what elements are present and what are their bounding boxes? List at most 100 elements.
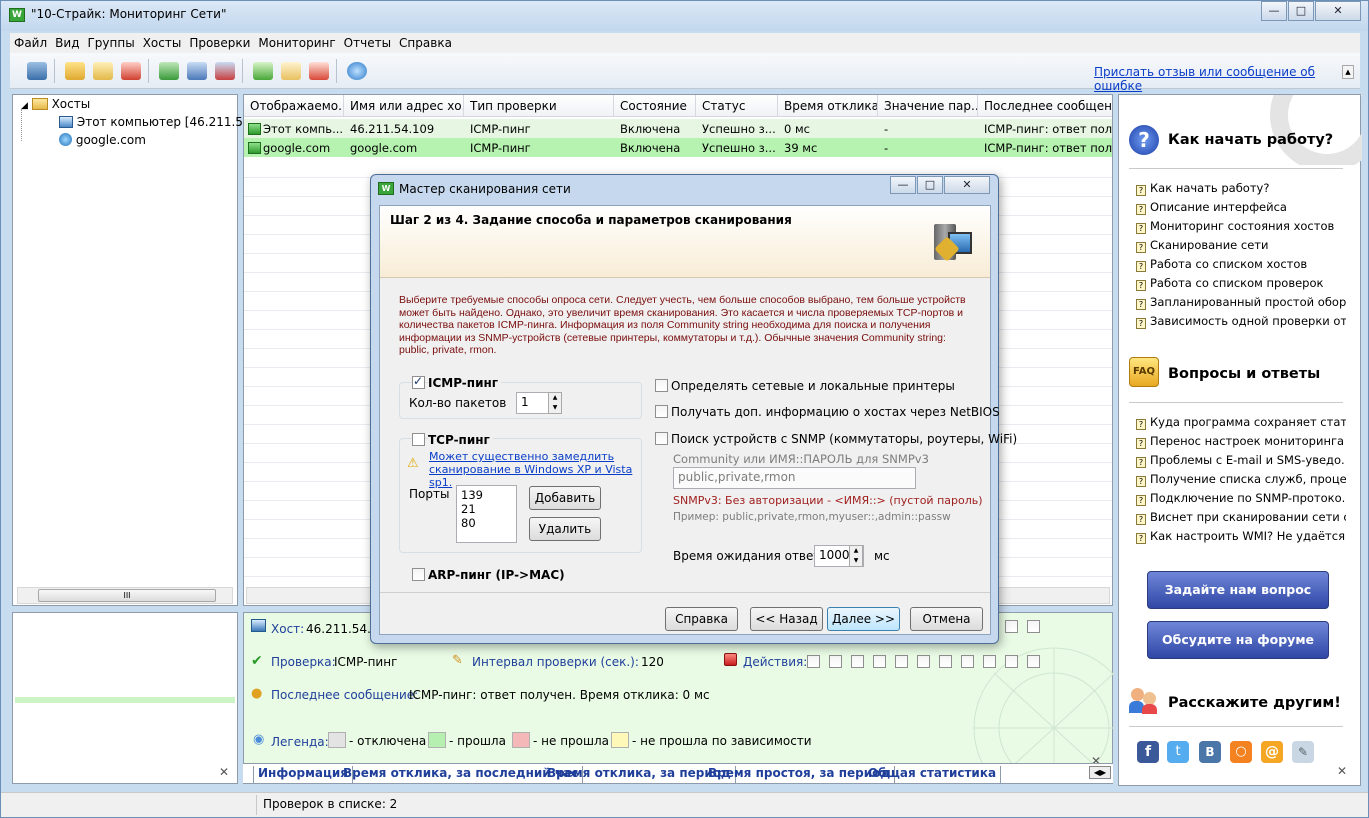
help-button[interactable]: Справка [665, 607, 738, 631]
help-link[interactable]: ? Сканирование сети [1136, 238, 1346, 253]
twitter-icon[interactable]: t [1167, 741, 1189, 763]
scan-network-icon[interactable] [24, 59, 50, 83]
port-item[interactable]: 21 [461, 502, 512, 516]
help-link[interactable]: ? Мониторинг состояния хостов [1136, 219, 1346, 234]
edit-group-icon[interactable] [90, 59, 116, 83]
dialog-close-button[interactable]: ✕ [944, 176, 990, 194]
next-button[interactable]: Далее >> [827, 607, 900, 631]
menu-help[interactable]: Справка [395, 33, 456, 50]
forum-button[interactable]: Обсудите на форуме [1147, 621, 1329, 659]
back-button[interactable]: << Назад [750, 607, 823, 631]
tcp-checkbox[interactable] [412, 433, 425, 446]
col-header-status[interactable]: Статус [696, 95, 778, 117]
action-checkbox[interactable] [1005, 655, 1018, 668]
add-group-icon[interactable] [62, 59, 88, 83]
settings-gear-icon[interactable] [344, 59, 370, 83]
menu-view[interactable]: Вид [51, 33, 83, 50]
delete-check-icon[interactable] [306, 59, 332, 83]
faq-link[interactable]: ? Куда программа сохраняет стати... [1136, 415, 1346, 430]
scrollbar-thumb[interactable]: III [38, 589, 216, 602]
col-header-response[interactable]: Время отклика [778, 95, 878, 117]
menu-reports[interactable]: Отчеты [340, 33, 395, 50]
tree-item-this-computer[interactable]: Этот компьютер [46.211.54.10 [59, 115, 270, 129]
add-port-button[interactable]: Добавить [529, 486, 601, 510]
col-header-param[interactable]: Значение пар... [878, 95, 978, 117]
action-checkbox[interactable] [807, 655, 820, 668]
action-checkbox[interactable] [983, 655, 996, 668]
action-checkbox[interactable] [917, 655, 930, 668]
menu-file[interactable]: Файл [10, 33, 51, 50]
timeout-spinner[interactable]: ▲ ▼ [849, 545, 863, 567]
faq-link[interactable]: ? Как настроить WMI? Не удаётся н... [1136, 529, 1346, 544]
action-checkbox[interactable] [961, 655, 974, 668]
table-row[interactable]: google.com google.com ICMP-пинг Включена… [244, 138, 1112, 157]
help-link[interactable]: ? Описание интерфейса [1136, 200, 1346, 215]
tree-item-google[interactable]: google.com [59, 133, 146, 147]
odnoklassniki-icon[interactable]: ○ [1230, 741, 1252, 763]
help-link[interactable]: ? Работа со списком проверок [1136, 276, 1346, 291]
tcp-warning-link[interactable]: Может существенно замедлить сканирование… [429, 450, 639, 489]
ports-list[interactable]: 139 21 80 [456, 485, 517, 543]
netbios-checkbox[interactable] [655, 405, 668, 418]
action-checkbox[interactable] [1027, 655, 1040, 668]
tab-stats[interactable]: Общая статистика [864, 766, 1002, 783]
icmp-checkbox[interactable]: ✓ [412, 374, 425, 389]
packets-spinner[interactable]: ▲ ▼ [548, 392, 562, 414]
community-input[interactable]: public,private,rmon [673, 467, 916, 489]
menu-monitoring[interactable]: Мониторинг [254, 33, 339, 50]
col-header-address[interactable]: Имя или адрес хо... [344, 95, 464, 117]
dialog-maximize-button[interactable]: □ [917, 176, 943, 194]
close-button[interactable]: ✕ [1315, 1, 1361, 21]
tab-scroll-arrows-icon[interactable]: ◀▶ [1089, 766, 1111, 779]
help-link[interactable]: ? Работа со списком хостов [1136, 257, 1346, 272]
mailru-icon[interactable]: @ [1261, 741, 1283, 763]
snmp-checkbox[interactable] [655, 432, 668, 445]
action-checkbox[interactable] [829, 655, 842, 668]
col-header-check-type[interactable]: Тип проверки [464, 95, 614, 117]
add-host-icon[interactable] [156, 59, 182, 83]
port-item[interactable]: 139 [461, 488, 512, 502]
faq-link[interactable]: ? Подключение по SNMP-протоко... [1136, 491, 1346, 506]
tree-root[interactable]: ◢ Хосты [21, 97, 90, 111]
printers-checkbox[interactable] [655, 379, 668, 392]
dialog-minimize-button[interactable]: — [890, 176, 916, 194]
col-header-state[interactable]: Состояние [614, 95, 696, 117]
tree-hscrollbar[interactable]: III [17, 587, 233, 604]
action-checkbox[interactable] [939, 655, 952, 668]
menu-hosts[interactable]: Хосты [139, 33, 186, 50]
action-checkbox[interactable] [851, 655, 864, 668]
help-link[interactable]: ? Зависимость одной проверки от ... [1136, 314, 1346, 329]
edit-check-icon[interactable] [278, 59, 304, 83]
faq-link[interactable]: ? Проблемы с E-mail и SMS-уведо... [1136, 453, 1346, 468]
arp-checkbox[interactable] [412, 568, 425, 581]
livejournal-icon[interactable]: ✎ [1292, 741, 1314, 763]
delete-group-icon[interactable] [118, 59, 144, 83]
faq-link[interactable]: ? Виснет при сканировании сети с ... [1136, 510, 1346, 525]
tab-info[interactable]: Информация [253, 766, 353, 783]
help-link[interactable]: ? Запланированный простой обор... [1136, 295, 1346, 310]
faq-link[interactable]: ? Перенос настроек мониторинга ... [1136, 434, 1346, 449]
edit-host-icon[interactable] [184, 59, 210, 83]
minimize-button[interactable]: — [1261, 1, 1287, 21]
close-help-icon[interactable]: ✕ [1337, 764, 1347, 778]
feedback-link[interactable]: Прислать отзыв или сообщение об ошибке [1094, 65, 1360, 93]
cancel-button[interactable]: Отмена [910, 607, 983, 631]
menu-groups[interactable]: Группы [83, 33, 138, 50]
action-checkbox[interactable] [1027, 620, 1040, 633]
col-header-display[interactable]: Отображаемо... [244, 95, 344, 117]
close-panel-icon[interactable]: ✕ [219, 765, 229, 779]
port-item[interactable]: 80 [461, 516, 512, 530]
action-checkbox[interactable] [895, 655, 908, 668]
action-checkbox[interactable] [1005, 620, 1018, 633]
maximize-button[interactable]: □ [1288, 1, 1314, 21]
add-check-icon[interactable] [250, 59, 276, 83]
help-link[interactable]: ? Как начать работу? [1136, 181, 1346, 196]
facebook-icon[interactable]: f [1137, 741, 1159, 763]
col-header-last-message[interactable]: Последнее сообщение [978, 95, 1112, 117]
delete-host-icon[interactable] [212, 59, 238, 83]
action-checkbox[interactable] [873, 655, 886, 668]
vkontakte-icon[interactable]: B [1199, 741, 1221, 763]
toolbar-scroll-arrow-icon[interactable]: ▲ [1342, 65, 1354, 79]
menu-checks[interactable]: Проверки [185, 33, 254, 50]
ask-question-button[interactable]: Задайте нам вопрос [1147, 571, 1329, 609]
